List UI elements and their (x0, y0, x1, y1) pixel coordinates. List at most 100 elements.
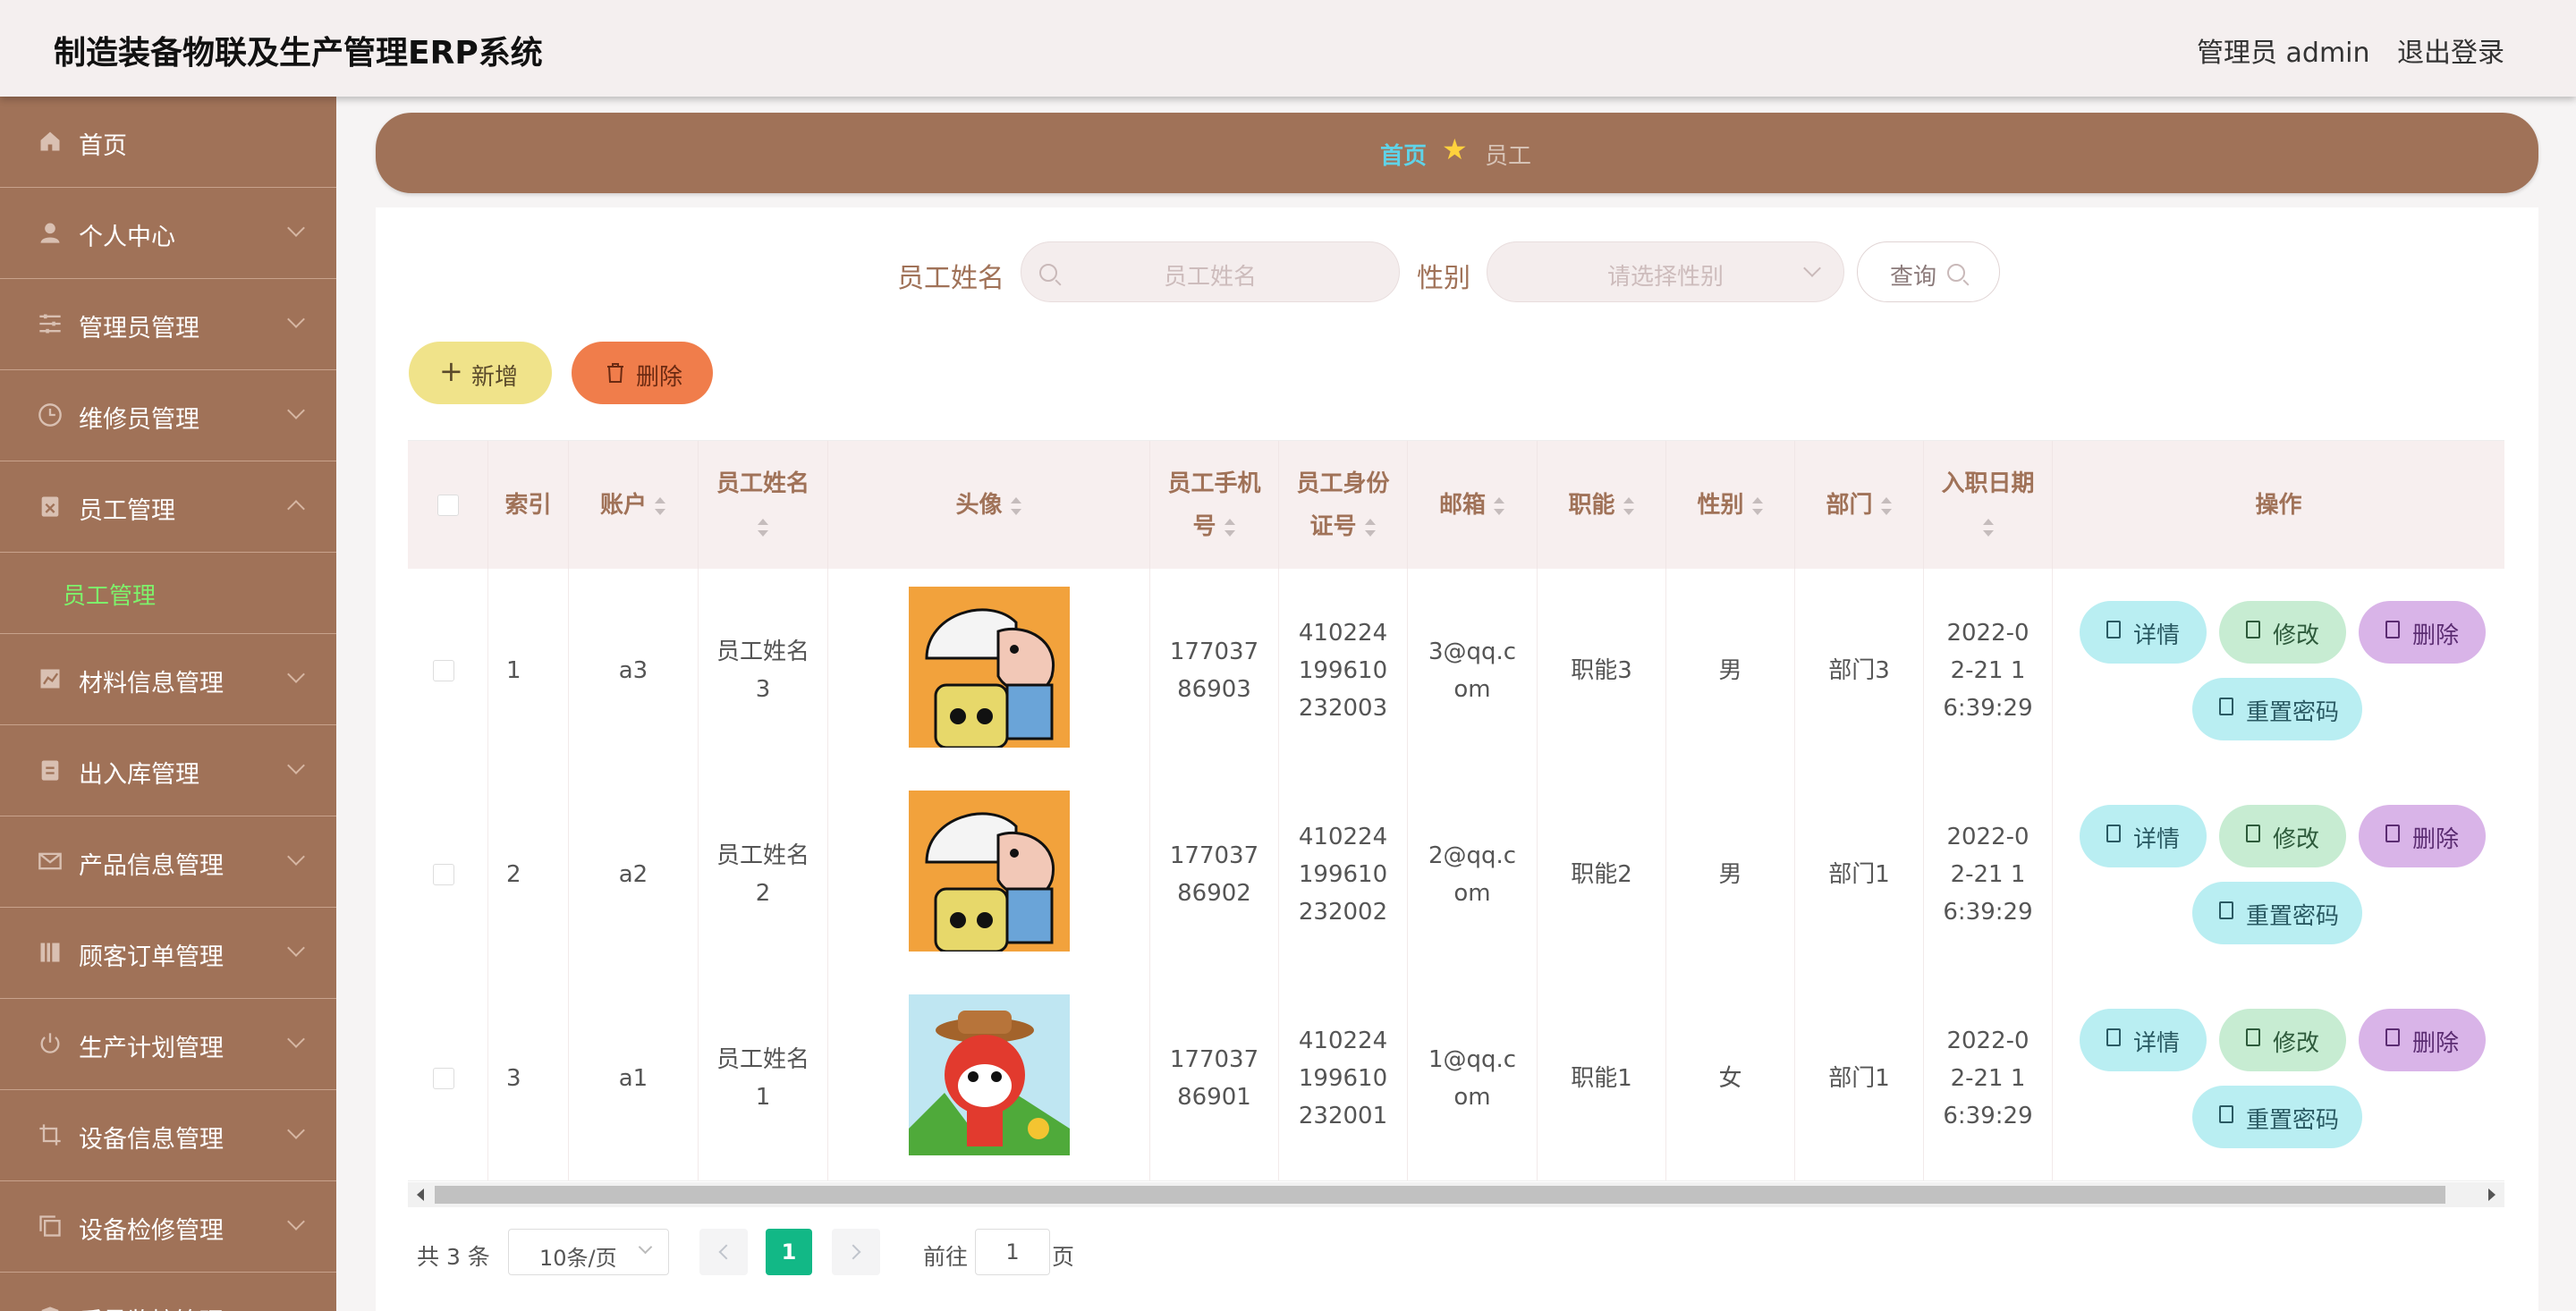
sort-icon[interactable] (1751, 496, 1764, 515)
sort-icon[interactable] (1224, 518, 1236, 537)
scrollbar-thumb[interactable] (435, 1186, 2445, 1204)
horizontal-scrollbar[interactable] (408, 1182, 2504, 1207)
sidebar-item-profile[interactable]: 个人中心 (0, 188, 336, 279)
delete-button[interactable]: 删除 (2359, 601, 2486, 664)
document-icon (2106, 621, 2121, 639)
chevron-down-icon (638, 1239, 653, 1255)
header-email[interactable]: 邮箱 (1408, 441, 1538, 570)
scroll-left-arrow-icon[interactable] (417, 1188, 424, 1201)
header-role[interactable]: 职能 (1538, 441, 1666, 570)
cell-gender: 男 (1666, 569, 1795, 773)
sidebar-item-quality[interactable]: 质量监控管理 (0, 1273, 336, 1311)
edit-icon (2246, 1028, 2260, 1046)
sidebar-item-label: 出入库管理 (79, 761, 199, 789)
sort-icon[interactable] (1880, 496, 1893, 515)
reset-password-button[interactable]: 重置密码 (2192, 1086, 2362, 1148)
sort-icon[interactable] (1623, 496, 1635, 515)
sidebar-item-label: 质量监控管理 (79, 1302, 224, 1311)
header-date[interactable]: 入职日期 (1924, 441, 2053, 570)
header-idcard[interactable]: 员工身份证号 (1279, 441, 1408, 570)
header-gender[interactable]: 性别 (1666, 441, 1795, 570)
sort-icon[interactable] (1010, 496, 1022, 515)
edit-button[interactable]: 修改 (2219, 805, 2346, 867)
cell-role: 职能2 (1538, 773, 1666, 977)
sidebar-item-label: 管理员管理 (79, 315, 199, 343)
sort-icon[interactable] (1982, 518, 1995, 537)
select-all-checkbox[interactable] (437, 495, 459, 516)
row-checkbox[interactable] (433, 1068, 454, 1089)
edit-button[interactable]: 修改 (2219, 1009, 2346, 1071)
sidebar-subitem-label[interactable]: 员工管理 (63, 578, 156, 611)
breadcrumb-home-link[interactable]: 首页 (1380, 138, 1427, 171)
reset-password-button[interactable]: 重置密码 (2192, 882, 2362, 944)
query-button[interactable]: 查询 (1857, 241, 2000, 302)
row-checkbox[interactable] (433, 660, 454, 681)
reset-password-button[interactable]: 重置密码 (2192, 678, 2362, 740)
cell-ops: 详情 修改 删除 重置密码 (2053, 569, 2504, 773)
next-page-button[interactable] (832, 1229, 880, 1275)
prev-page-button[interactable] (699, 1229, 748, 1275)
chevron-right-icon (845, 1244, 861, 1260)
delete-button[interactable]: 删除 (2359, 1009, 2486, 1071)
document-icon (2219, 1105, 2233, 1123)
page-number-current[interactable]: 1 (766, 1229, 812, 1275)
goto-page-input[interactable]: 1 (975, 1229, 1050, 1275)
header-phone[interactable]: 员工手机号 (1150, 441, 1279, 570)
batch-delete-button[interactable]: 删除 (572, 342, 713, 404)
chevron-down-icon (287, 665, 305, 683)
cell-avatar (828, 569, 1150, 773)
detail-button[interactable]: 详情 (2080, 805, 2207, 867)
avatar-fox-image (909, 994, 1070, 1155)
book-icon (40, 943, 60, 962)
sort-icon[interactable] (654, 496, 666, 515)
detail-button[interactable]: 详情 (2080, 601, 2207, 664)
sidebar-item-repairer[interactable]: 维修员管理 (0, 370, 336, 461)
gender-select[interactable]: 请选择性别 (1487, 241, 1844, 302)
sidebar-item-label: 个人中心 (79, 224, 175, 251)
document-icon (2219, 901, 2233, 919)
cell-name: 员工姓名2 (699, 773, 828, 977)
sort-icon[interactable] (1364, 518, 1377, 537)
name-search-label: 员工姓名 (897, 263, 1004, 294)
clipboard-icon (41, 496, 59, 517)
sidebar-item-employee[interactable]: 员工管理 (0, 461, 336, 553)
header-name[interactable]: 员工姓名 (699, 441, 828, 570)
header-avatar[interactable]: 头像 (828, 441, 1150, 570)
sidebar-item-plan[interactable]: 生产计划管理 (0, 999, 336, 1090)
sidebar-item-orders[interactable]: 顾客订单管理 (0, 908, 336, 999)
chevron-down-icon (287, 1213, 305, 1231)
edit-button[interactable]: 修改 (2219, 601, 2346, 664)
add-button[interactable]: + 新增 (409, 342, 552, 404)
sort-icon[interactable] (757, 518, 769, 537)
row-checkbox[interactable] (433, 864, 454, 885)
search-icon (1947, 264, 1965, 282)
cell-idcard: 410224199610232001 (1279, 977, 1408, 1180)
detail-button[interactable]: 详情 (2080, 1009, 2207, 1071)
header-account-label: 账户 (599, 492, 647, 519)
chevron-down-icon (287, 219, 305, 237)
sidebar-item-inspection[interactable]: 设备检修管理 (0, 1181, 336, 1273)
logout-link[interactable]: 退出登录 (2397, 30, 2504, 70)
sidebar-item-inout[interactable]: 出入库管理 (0, 725, 336, 816)
sidebar-item-device[interactable]: 设备信息管理 (0, 1090, 336, 1181)
delete-button[interactable]: 删除 (2359, 805, 2486, 867)
header-dept-label: 部门 (1826, 492, 1873, 519)
cell-gender: 女 (1666, 977, 1795, 1180)
document-icon (2106, 825, 2121, 842)
gender-select-placeholder: 请选择性别 (1606, 264, 1724, 291)
cell-role: 职能3 (1538, 569, 1666, 773)
trash-icon (2385, 825, 2400, 842)
scroll-right-arrow-icon[interactable] (2488, 1188, 2496, 1201)
document-icon (2219, 698, 2233, 715)
header-account[interactable]: 账户 (569, 441, 699, 570)
home-icon (40, 131, 60, 151)
mail-icon (38, 852, 62, 870)
sort-icon[interactable] (1493, 496, 1505, 515)
sidebar-item-admin[interactable]: 管理员管理 (0, 279, 336, 370)
page-size-select[interactable]: 10条/页 (508, 1229, 669, 1275)
sidebar-item-material[interactable]: 材料信息管理 (0, 634, 336, 725)
header-dept[interactable]: 部门 (1795, 441, 1924, 570)
name-search-input[interactable]: 员工姓名 (1021, 241, 1400, 302)
sidebar-item-home[interactable]: 首页 (0, 97, 336, 188)
sidebar-item-product[interactable]: 产品信息管理 (0, 816, 336, 908)
